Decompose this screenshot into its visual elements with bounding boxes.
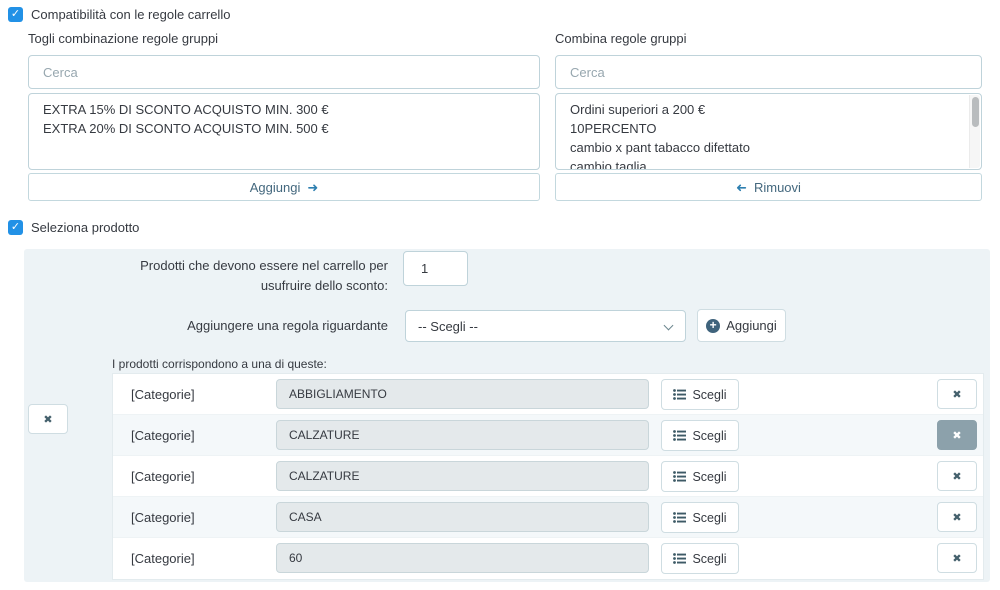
combine-rules-panel: Combina regole gruppi Ordini superiori a…	[555, 31, 982, 201]
arrow-right-icon: ➜	[307, 181, 318, 194]
compatibility-checkbox[interactable]: ✓	[8, 7, 23, 22]
add-combination-button[interactable]: Aggiungi ➜	[28, 173, 540, 201]
choose-button-label: Scegli	[692, 552, 726, 566]
choose-button[interactable]: Scegli	[661, 420, 739, 451]
rule-value-field[interactable]	[276, 502, 649, 532]
delete-rule-button[interactable]: ✖	[937, 379, 977, 409]
select-product-checkbox-label: Seleziona prodotto	[31, 220, 139, 235]
table-row: [Categorie] Scegli ✖	[113, 415, 983, 456]
list-item[interactable]: EXTRA 15% DI SCONTO ACQUISTO MIN. 300 €	[29, 100, 539, 119]
list-item[interactable]: EXTRA 20% DI SCONTO ACQUISTO MIN. 500 €	[29, 119, 539, 138]
rule-type-label: [Categorie]	[131, 387, 195, 402]
choose-button-label: Scegli	[692, 388, 726, 402]
cart-quantity-label: Prodotti che devono essere nel carrello …	[60, 256, 388, 296]
rule-type-select-value: -- Scegli --	[418, 319, 478, 334]
list-icon	[673, 430, 686, 441]
rule-value-field[interactable]	[276, 379, 649, 409]
chevron-down-icon	[664, 321, 674, 331]
table-row: [Categorie] Scegli ✖	[113, 456, 983, 497]
list-item[interactable]: cambio taglia	[556, 157, 981, 170]
combine-rules-title: Combina regole gruppi	[555, 31, 982, 46]
list-icon	[673, 389, 686, 400]
delete-rule-button[interactable]: ✖	[937, 543, 977, 573]
remove-combination-button[interactable]: ➜ Rimuovi	[555, 173, 982, 201]
delete-rule-button[interactable]: ✖	[937, 461, 977, 491]
list-icon	[673, 553, 686, 564]
compatibility-checkbox-row: ✓ Compatibilità con le regole carrello	[8, 7, 230, 22]
remove-combination-button-label: Rimuovi	[754, 180, 801, 195]
compatibility-checkbox-label: Compatibilità con le regole carrello	[31, 7, 230, 22]
arrow-left-icon: ➜	[736, 181, 747, 194]
select-product-checkbox-row: ✓ Seleziona prodotto	[8, 220, 139, 235]
scrollbar-thumb[interactable]	[972, 97, 979, 127]
table-row: [Categorie] Scegli ✖	[113, 497, 983, 538]
rule-value-field[interactable]	[276, 461, 649, 491]
delete-rule-group-button[interactable]: ✖	[28, 404, 68, 434]
remove-combination-panel: Togli combinazione regole gruppi EXTRA 1…	[28, 31, 540, 201]
choose-button[interactable]: Scegli	[661, 502, 739, 533]
rule-value-field[interactable]	[276, 543, 649, 573]
table-row: [Categorie] Scegli ✖	[113, 538, 983, 579]
add-rule-label: Aggiungere una regola riguardante	[60, 318, 388, 333]
rule-type-label: [Categorie]	[131, 428, 195, 443]
list-item[interactable]: cambio x pant tabacco difettato	[556, 138, 981, 157]
rule-type-label: [Categorie]	[131, 551, 195, 566]
add-rule-button-label: Aggiungi	[726, 318, 777, 333]
choose-button[interactable]: Scegli	[661, 461, 739, 492]
rule-value-field[interactable]	[276, 420, 649, 450]
list-item[interactable]: Ordini superiori a 200 €	[556, 100, 981, 119]
cart-quantity-input[interactable]	[403, 251, 468, 286]
product-rules-table: [Categorie] Scegli ✖ [Categorie] Scegli …	[112, 373, 984, 580]
choose-button-label: Scegli	[692, 511, 726, 525]
select-product-checkbox[interactable]: ✓	[8, 220, 23, 235]
list-item[interactable]: 10PERCENTO	[556, 119, 981, 138]
remove-combination-list: EXTRA 15% DI SCONTO ACQUISTO MIN. 300 € …	[28, 93, 540, 170]
choose-button[interactable]: Scegli	[661, 379, 739, 410]
rule-type-select[interactable]: -- Scegli --	[405, 310, 686, 342]
list-icon	[673, 471, 686, 482]
add-combination-button-label: Aggiungi	[250, 180, 301, 195]
choose-button-label: Scegli	[692, 429, 726, 443]
delete-rule-button[interactable]: ✖	[937, 502, 977, 532]
remove-combination-search-input[interactable]	[28, 55, 540, 89]
choose-button[interactable]: Scegli	[661, 543, 739, 574]
rule-type-label: [Categorie]	[131, 510, 195, 525]
cart-rule-settings-page: ✓ Compatibilità con le regole carrello T…	[0, 0, 1000, 590]
products-match-label: I prodotti corrispondono a una di queste…	[112, 357, 327, 371]
delete-rule-button[interactable]: ✖	[937, 420, 977, 450]
combine-rules-list: Ordini superiori a 200 € 10PERCENTO camb…	[555, 93, 982, 170]
plus-icon: +	[706, 319, 720, 333]
cart-quantity-label-line2: usufruire dello sconto:	[60, 276, 388, 296]
cart-quantity-label-line1: Prodotti che devono essere nel carrello …	[60, 256, 388, 276]
choose-button-label: Scegli	[692, 470, 726, 484]
combine-rules-search-input[interactable]	[555, 55, 982, 89]
list-icon	[673, 512, 686, 523]
rule-type-label: [Categorie]	[131, 469, 195, 484]
remove-combination-title: Togli combinazione regole gruppi	[28, 31, 540, 46]
table-row: [Categorie] Scegli ✖	[113, 374, 983, 415]
scrollbar-track[interactable]	[969, 95, 980, 168]
add-rule-button[interactable]: + Aggiungi	[697, 309, 786, 342]
